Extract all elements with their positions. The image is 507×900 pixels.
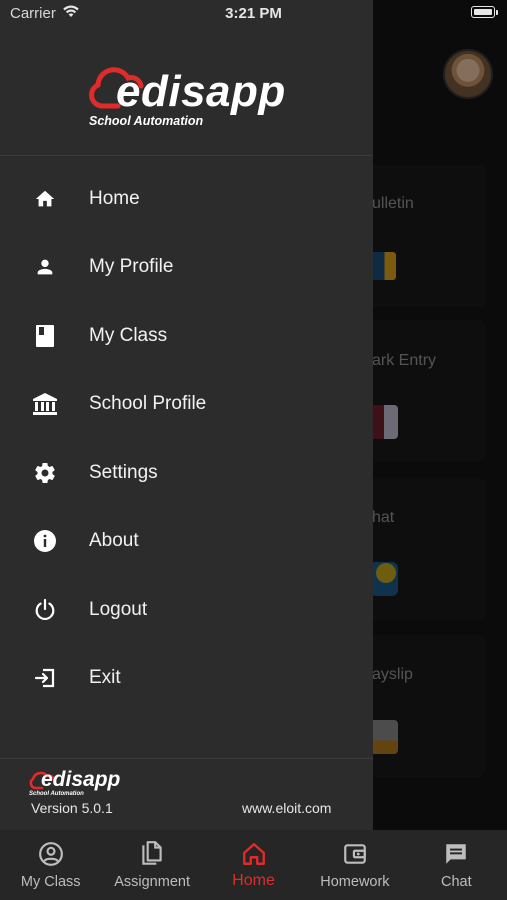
menu-item-label: Settings [89, 462, 158, 483]
menu-item-label: About [89, 530, 139, 551]
tab-label: Home [232, 872, 275, 889]
institution-icon [32, 391, 58, 417]
account-circle-icon [37, 840, 65, 868]
navigation-drawer: edisapp School Automation Home My Profil… [0, 0, 373, 830]
battery-tip [496, 10, 498, 15]
menu-item-school-profile[interactable]: School Profile [0, 373, 373, 435]
bottom-tab-bar: My Class Assignment Home Homework Chat [0, 830, 507, 900]
class-icon [32, 323, 58, 349]
menu-item-label: My Profile [89, 256, 174, 277]
home-outline-icon [240, 840, 268, 868]
footer-edisapp-logo: edisapp School Automation [28, 769, 128, 799]
drawer-footer-divider [0, 758, 373, 759]
status-bar: Carrier 3:21 PM [0, 0, 507, 28]
tab-home[interactable]: Home [203, 830, 304, 900]
tab-chat[interactable]: Chat [406, 830, 507, 900]
wallet-icon [341, 840, 369, 868]
menu-item-label: School Profile [89, 393, 207, 414]
menu-item-label: Logout [89, 599, 148, 620]
battery-icon [471, 6, 495, 18]
menu-item-logout[interactable]: Logout [0, 579, 373, 641]
clock: 3:21 PM [225, 5, 282, 22]
copy-icon [138, 840, 166, 868]
footer-logo-tagline: School Automation [29, 791, 84, 797]
logo-tagline: School Automation [89, 114, 204, 128]
menu-item-my-class[interactable]: My Class [0, 305, 373, 367]
menu-item-my-profile[interactable]: My Profile [0, 236, 373, 298]
logo-wordmark: edisapp [116, 67, 286, 116]
tab-my-class[interactable]: My Class [0, 830, 101, 900]
gear-icon [32, 460, 58, 486]
menu-item-home[interactable]: Home [0, 168, 373, 230]
menu-item-label: My Class [89, 325, 168, 346]
menu-item-about[interactable]: About [0, 510, 373, 572]
app-version: Version 5.0.1 [31, 800, 113, 816]
power-icon [32, 597, 58, 623]
menu-item-settings[interactable]: Settings [0, 442, 373, 504]
drawer-divider [0, 155, 373, 156]
person-icon [32, 254, 58, 280]
menu-item-label: Exit [89, 667, 121, 688]
menu-item-exit[interactable]: Exit [0, 647, 373, 709]
info-icon [32, 528, 58, 554]
home-icon [32, 186, 58, 212]
menu-item-label: Home [89, 188, 140, 209]
app-screen: ulletin ark Entry hat ayslip Carrier 3:2… [0, 0, 507, 900]
tab-label: Homework [320, 874, 390, 890]
tab-homework[interactable]: Homework [304, 830, 405, 900]
edisapp-logo: edisapp School Automation [88, 64, 288, 134]
exit-icon [32, 665, 58, 691]
tab-assignment[interactable]: Assignment [101, 830, 202, 900]
tab-label: My Class [20, 874, 81, 890]
chat-icon [442, 840, 470, 868]
website-link[interactable]: www.eloit.com [242, 800, 331, 816]
footer-logo-wordmark: edisapp [41, 768, 121, 791]
tab-label: Chat [441, 874, 472, 890]
tab-label: Assignment [114, 874, 190, 890]
